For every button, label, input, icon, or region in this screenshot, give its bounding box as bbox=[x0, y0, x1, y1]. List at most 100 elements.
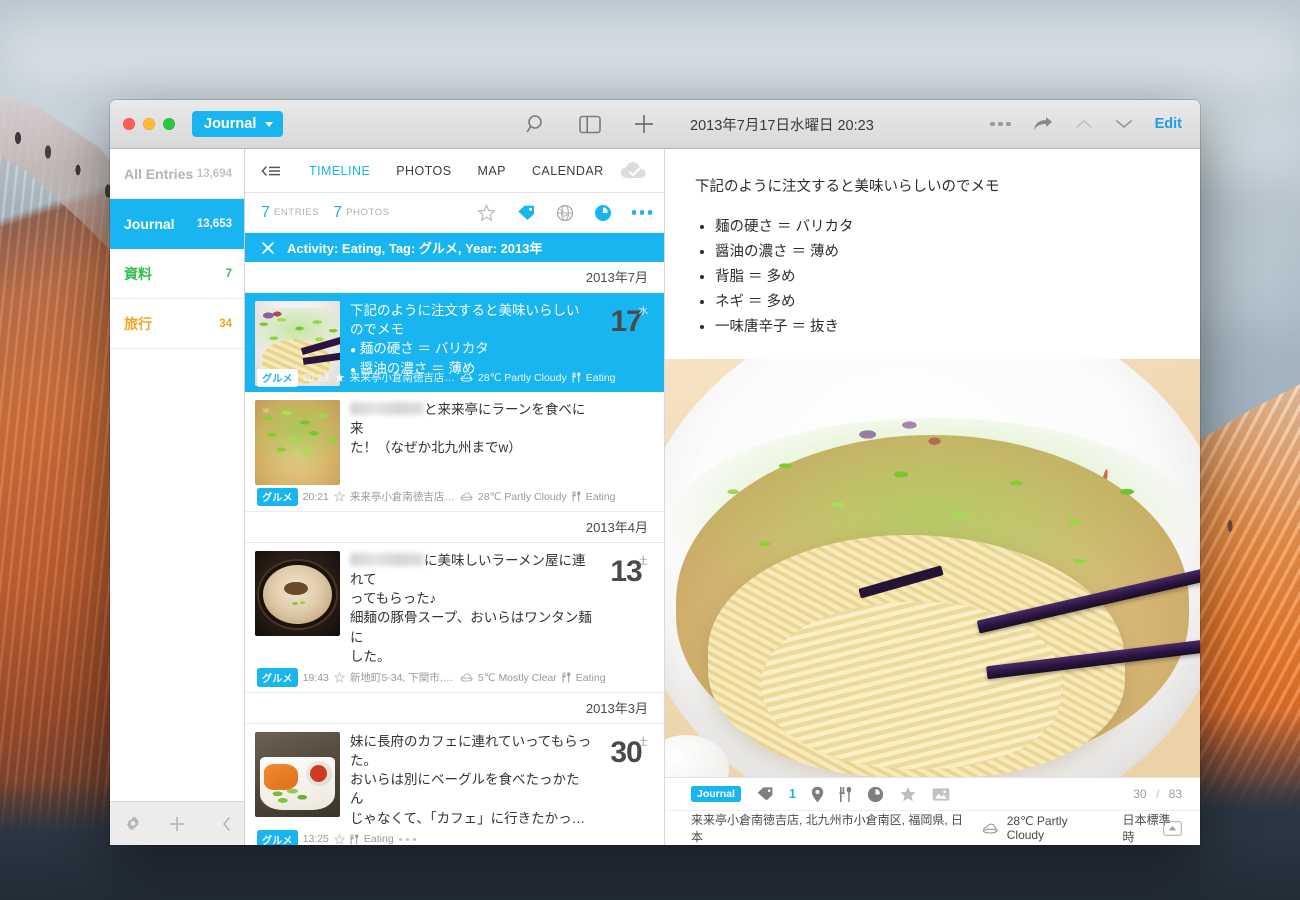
collapse-sidebar-icon[interactable] bbox=[222, 816, 232, 832]
active-filter-text: Activity: Eating, Tag: グルメ, Year: 2013年 bbox=[287, 241, 543, 256]
month-header: 2013年4月 bbox=[245, 512, 664, 543]
entry-title: に美味しいラーメン屋に連れて bbox=[350, 551, 592, 589]
star-icon[interactable] bbox=[333, 491, 345, 503]
star-icon[interactable] bbox=[476, 203, 496, 222]
traffic-lights bbox=[110, 118, 175, 130]
entry-date bbox=[598, 400, 654, 485]
entry-thumbnail bbox=[255, 731, 340, 817]
tab-timeline[interactable]: TIMELINE bbox=[309, 164, 370, 178]
activity-icon bbox=[571, 372, 581, 383]
entry-bullet-item: 醤油の濃さ ＝ 薄め bbox=[715, 240, 1170, 265]
window-titlebar: Journal 2013年7月17日水曜日 20:23 Edit bbox=[110, 100, 1200, 149]
journal-badge[interactable]: Journal bbox=[691, 786, 741, 802]
month-header: 2013年7月 bbox=[245, 262, 664, 293]
sidebar-item-journal[interactable]: Journal 13,653 bbox=[110, 199, 244, 249]
star-icon[interactable] bbox=[333, 833, 345, 845]
entry-tag[interactable]: グルメ bbox=[257, 487, 298, 506]
star-icon[interactable] bbox=[333, 672, 345, 683]
entry-list[interactable]: 2013年7月 下記のように注文すると美味いらしいのでメモ ● 麺の硬さ ＝ バ… bbox=[245, 262, 664, 845]
sidebar-item-count: 34 bbox=[219, 317, 232, 330]
sidebar-item-label: Journal bbox=[124, 215, 175, 232]
clock-icon[interactable] bbox=[594, 204, 612, 222]
entry-title-line: おいらは別にベーグルを食べたっかたん bbox=[350, 772, 580, 807]
view-tabs: TIMELINE PHOTOS MAP CALENDAR bbox=[245, 149, 664, 193]
active-filter-bar: Activity: Eating, Tag: グルメ, Year: 2013年 bbox=[245, 233, 664, 262]
entry-weather: 28℃ Partly Cloudy bbox=[477, 371, 567, 384]
globe-icon[interactable] bbox=[556, 204, 574, 222]
expand-icon[interactable] bbox=[1163, 820, 1182, 836]
next-entry-icon[interactable] bbox=[1115, 118, 1133, 130]
entry-bullet-item: 背脂 ＝ 多め bbox=[715, 265, 1170, 290]
redacted-name bbox=[350, 553, 424, 566]
sidebar-item-shiryou[interactable]: 資料 7 bbox=[110, 249, 244, 299]
add-journal-icon[interactable] bbox=[168, 815, 186, 833]
cloud-check-icon[interactable] bbox=[620, 161, 650, 181]
entry-bullet-item: 一味唐辛子 ＝ 抜き bbox=[715, 315, 1170, 340]
journal-selector-button[interactable]: Journal bbox=[192, 111, 284, 137]
list-item[interactable]: 妹に長府のカフェに連れていってもらっ た。 おいらは別にベーグルを食べたっかたん… bbox=[245, 724, 664, 845]
search-icon[interactable] bbox=[526, 114, 547, 135]
edit-button[interactable]: Edit bbox=[1155, 116, 1182, 132]
entry-time: 20:21 bbox=[302, 490, 329, 503]
weather-icon bbox=[460, 492, 473, 501]
more-icon[interactable] bbox=[631, 210, 652, 215]
entry-location-text: 来来亭小倉南徳吉店, 北九州市小倉南区, 福岡県, 日本 bbox=[691, 813, 964, 844]
entry-detail-text: 下記のように注文すると美味いらしいのでメモ 麺の硬さ ＝ バリカタ 醤油の濃さ … bbox=[665, 149, 1200, 339]
pager-separator: / bbox=[1155, 787, 1160, 801]
entry-date: 土 30 bbox=[598, 732, 654, 828]
tab-calendar[interactable]: CALENDAR bbox=[532, 164, 604, 178]
star-icon[interactable] bbox=[899, 786, 917, 803]
titlebar-icon-group bbox=[526, 113, 655, 135]
sidebar-toggle-icon[interactable] bbox=[579, 115, 601, 134]
entry-tag[interactable]: グルメ bbox=[257, 668, 298, 687]
entry-location-bar: 来来亭小倉南徳吉店, 北九州市小倉南区, 福岡県, 日本 28℃ Partly … bbox=[665, 810, 1200, 845]
zoom-button[interactable] bbox=[163, 118, 175, 130]
tab-map[interactable]: MAP bbox=[478, 164, 506, 178]
month-header: 2013年3月 bbox=[245, 693, 664, 724]
more-icon[interactable] bbox=[990, 121, 1011, 127]
entry-weekday: 土 bbox=[638, 556, 648, 567]
star-icon[interactable] bbox=[334, 372, 345, 383]
weather-icon bbox=[982, 823, 998, 834]
entry-weather: 5℃ Mostly Clear bbox=[477, 671, 557, 684]
sidebar-item-all-entries[interactable]: All Entries 13,694 bbox=[110, 149, 244, 199]
close-button[interactable] bbox=[123, 118, 135, 130]
redacted-name bbox=[350, 402, 424, 415]
filter-icon-group bbox=[476, 203, 652, 222]
photo-icon[interactable] bbox=[932, 787, 950, 802]
list-item[interactable]: に美味しいラーメン屋に連れて ってもらった♪ 細麺の豚骨スープ、おいらはワンタン… bbox=[245, 543, 664, 693]
entry-weather-text: 28℃ Partly Cloudy bbox=[1006, 814, 1068, 842]
minimize-button[interactable] bbox=[143, 118, 155, 130]
location-icon[interactable] bbox=[811, 786, 824, 803]
entry-weather: 28℃ Partly Cloudy bbox=[477, 490, 567, 503]
ramen-photo-image bbox=[665, 359, 1200, 777]
sidebar-item-ryokou[interactable]: 旅行 34 bbox=[110, 299, 244, 349]
entry-tag[interactable]: グルメ bbox=[257, 368, 298, 387]
pager-current: 30 bbox=[1133, 787, 1147, 801]
clock-icon[interactable] bbox=[867, 786, 884, 803]
list-item[interactable]: と来来亭にラーンを食べに来 た！（なぜか北九州までw） グルメ 20:21 来来… bbox=[245, 392, 664, 512]
gear-icon[interactable] bbox=[124, 815, 142, 833]
collapse-list-icon[interactable] bbox=[261, 164, 281, 178]
more-icon[interactable] bbox=[398, 837, 417, 842]
titlebar-right-group: Edit bbox=[990, 116, 1182, 132]
tab-photos[interactable]: PHOTOS bbox=[396, 164, 451, 178]
close-icon[interactable] bbox=[261, 241, 275, 255]
new-entry-icon[interactable] bbox=[633, 113, 655, 135]
entry-location: 新地町5-34, 下関市, 山… bbox=[349, 672, 455, 685]
tag-icon[interactable] bbox=[516, 204, 536, 222]
entry-photo[interactable] bbox=[665, 359, 1200, 777]
tag-icon[interactable] bbox=[756, 786, 774, 802]
entry-tag[interactable]: グルメ bbox=[257, 830, 298, 845]
share-icon[interactable] bbox=[1033, 116, 1053, 132]
sidebar-footer bbox=[110, 801, 244, 845]
entry-bullet-list: 麺の硬さ ＝ バリカタ 醤油の濃さ ＝ 薄め 背脂 ＝ 多め ネギ ＝ 多め 一… bbox=[715, 215, 1170, 340]
entry-time: 19:43 bbox=[302, 671, 329, 684]
prev-entry-icon[interactable] bbox=[1075, 118, 1093, 130]
activity-icon bbox=[571, 491, 581, 502]
list-item[interactable]: 下記のように注文すると美味いらしいのでメモ ● 麺の硬さ ＝ バリカタ ● 醤油… bbox=[245, 293, 664, 392]
activity-icon[interactable] bbox=[839, 786, 852, 803]
entry-text: と来来亭にラーンを食べに来 た！（なぜか北九州までw） bbox=[340, 400, 598, 485]
entry-text: に美味しいラーメン屋に連れて ってもらった♪ 細麺の豚骨スープ、おいらはワンタン… bbox=[340, 551, 598, 666]
entry-title-line: 妹に長府のカフェに連れていってもらっ bbox=[350, 733, 592, 749]
